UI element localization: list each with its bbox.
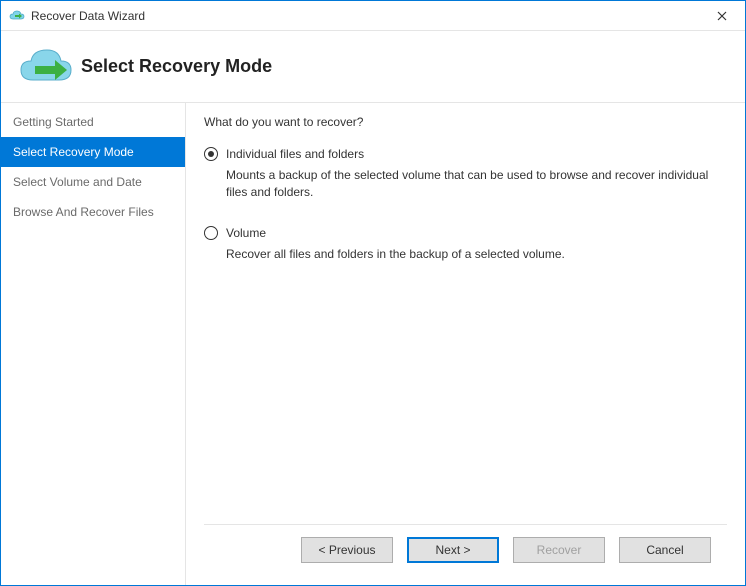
footer: < Previous Next > Recover Cancel — [204, 524, 727, 575]
next-button[interactable]: Next > — [407, 537, 499, 563]
app-cloud-icon — [9, 9, 25, 23]
option-description: Recover all files and folders in the bac… — [226, 246, 727, 263]
sidebar-step-browse-and-recover-files[interactable]: Browse And Recover Files — [1, 197, 185, 227]
sidebar-step-select-volume-and-date[interactable]: Select Volume and Date — [1, 167, 185, 197]
header: Select Recovery Mode — [1, 31, 745, 103]
option-volume[interactable]: Volume Recover all files and folders in … — [204, 226, 727, 263]
previous-button[interactable]: < Previous — [301, 537, 393, 563]
option-individual-files[interactable]: Individual files and folders Mounts a ba… — [204, 147, 727, 202]
content-inner: What do you want to recover? Individual … — [204, 115, 727, 524]
titlebar: Recover Data Wizard — [1, 1, 745, 31]
cloud-recover-icon — [13, 46, 77, 88]
option-label: Individual files and folders — [226, 147, 364, 161]
sidebar-step-getting-started[interactable]: Getting Started — [1, 107, 185, 137]
content: What do you want to recover? Individual … — [186, 103, 745, 585]
option-label: Volume — [226, 226, 266, 240]
radio-volume[interactable] — [204, 226, 218, 240]
body: Getting Started Select Recovery Mode Sel… — [1, 103, 745, 585]
window-title: Recover Data Wizard — [31, 9, 699, 23]
wizard-window: Recover Data Wizard Select Recovery Mode… — [0, 0, 746, 586]
radio-individual-files[interactable] — [204, 147, 218, 161]
close-icon[interactable] — [699, 1, 745, 31]
page-title: Select Recovery Mode — [81, 56, 272, 77]
sidebar: Getting Started Select Recovery Mode Sel… — [1, 103, 186, 585]
cancel-button[interactable]: Cancel — [619, 537, 711, 563]
question-text: What do you want to recover? — [204, 115, 727, 129]
sidebar-step-select-recovery-mode[interactable]: Select Recovery Mode — [1, 137, 185, 167]
recover-button: Recover — [513, 537, 605, 563]
option-description: Mounts a backup of the selected volume t… — [226, 167, 727, 202]
